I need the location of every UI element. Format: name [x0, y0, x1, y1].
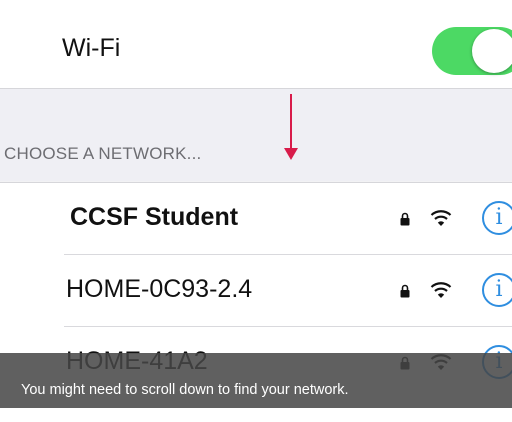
wifi-toggle[interactable]	[432, 27, 512, 75]
annotation-arrow-icon	[290, 94, 292, 150]
bottom-strip	[0, 408, 512, 422]
wifi-icon	[430, 282, 452, 298]
section-header: CHOOSE A NETWORK...	[4, 144, 202, 163]
wifi-settings-screen: Wi-Fi CHOOSE A NETWORK... CCSF Student i	[0, 0, 512, 422]
caption-text: You might need to scroll down to find yo…	[21, 382, 349, 398]
lock-icon	[400, 284, 410, 298]
network-row[interactable]: CCSF Student i	[0, 183, 512, 255]
wifi-label: Wi-Fi	[62, 34, 121, 62]
toggle-knob	[472, 29, 512, 73]
network-name: CCSF Student	[70, 203, 239, 231]
wifi-icon	[430, 210, 452, 226]
wifi-toggle-row: Wi-Fi	[0, 10, 512, 89]
top-strip	[0, 0, 512, 10]
caption-overlay	[0, 353, 512, 408]
info-icon[interactable]: i	[482, 273, 512, 307]
network-row[interactable]: HOME-0C93-2.4 i	[0, 255, 512, 327]
network-name: HOME-0C93-2.4	[66, 275, 253, 303]
lock-icon	[400, 212, 410, 226]
section-gap	[0, 89, 512, 181]
annotation-arrow-head-icon	[284, 148, 298, 160]
info-icon[interactable]: i	[482, 201, 512, 235]
